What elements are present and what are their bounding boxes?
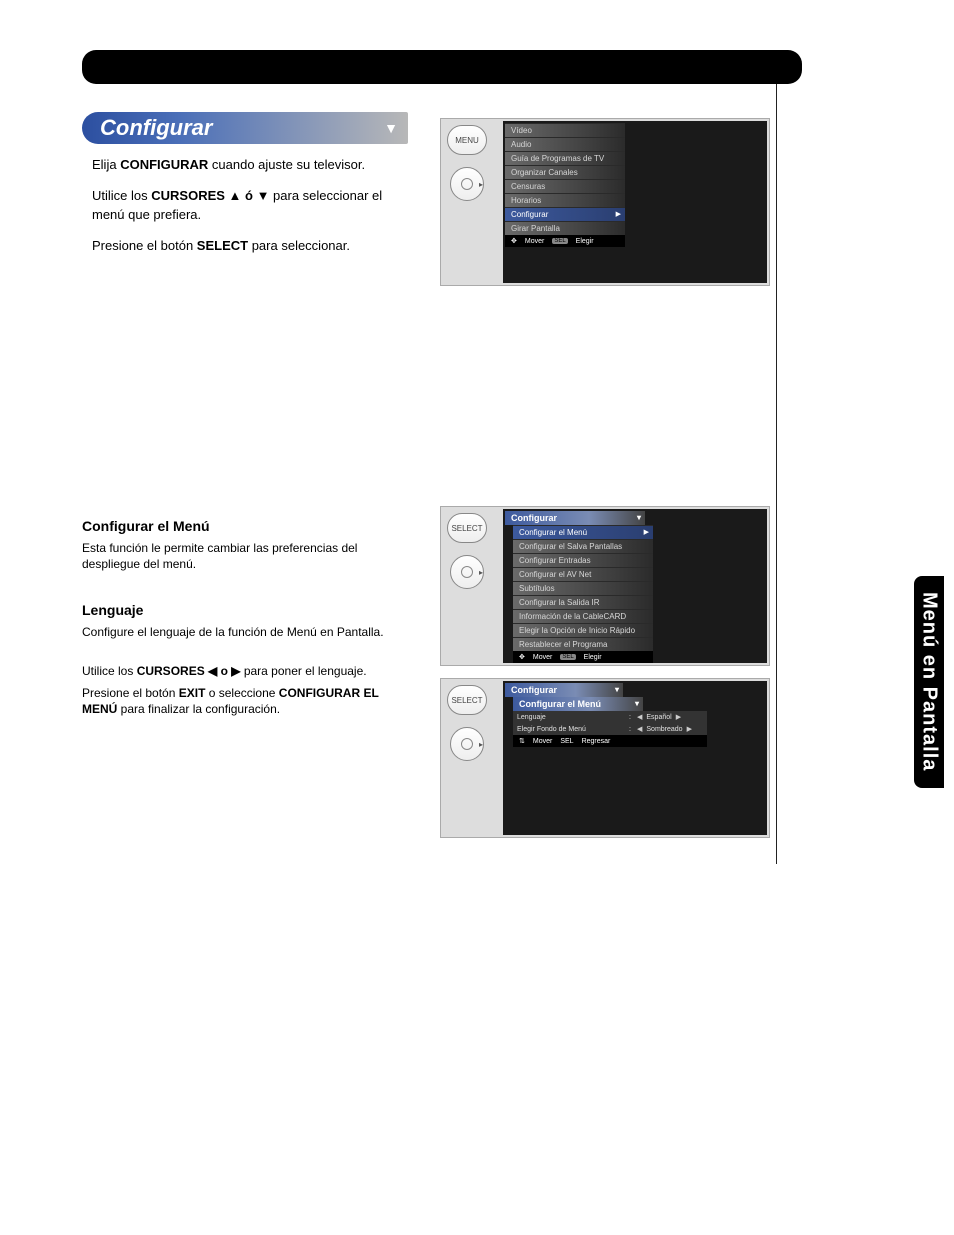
menu-item: Configurar la Salida IR <box>513 595 653 609</box>
vertical-divider <box>776 84 777 864</box>
section-header-configurar: Configurar ▼ <box>82 112 408 144</box>
menu-item: Subtítulos <box>513 581 653 595</box>
intro-paragraph: Elija CONFIGURAR cuando ajuste su televi… <box>82 156 402 175</box>
side-tab: Menú en Pantalla <box>914 576 944 788</box>
chevron-down-icon: ▾ <box>615 685 619 694</box>
menu-header: Configurar▾ <box>505 683 623 697</box>
remote-select-button: SELECT <box>447 685 487 715</box>
menu-item: Guía de Programas de TV <box>505 151 625 165</box>
side-tab-label: Menú en Pantalla <box>918 592 941 771</box>
tv-screenshot-main-menu: MENU ▸ Vídeo Audio Guía de Programas de … <box>440 118 770 286</box>
menu-header: Configurar▾ <box>505 511 645 525</box>
osd-configurar-submenu: Configurar▾ Configurar el Menú▶ Configur… <box>505 511 653 663</box>
remote-nav-button-icon: ▸ <box>450 727 484 761</box>
arrow-right-icon: ▶ <box>616 210 621 218</box>
remote-select-button: SELECT <box>447 513 487 543</box>
menu-item: Configurar el AV Net <box>513 567 653 581</box>
menu-subheader: Configurar el Menú▾ <box>513 697 643 711</box>
option-row-lenguaje: Lenguaje : ◀ Español ▶ <box>513 711 707 723</box>
subheading-lenguaje: Lenguaje <box>82 602 422 618</box>
section-title: Configurar <box>100 115 212 141</box>
remote-menu-button: MENU <box>447 125 487 155</box>
menu-item: Configurar Entradas <box>513 553 653 567</box>
menu-footer: ✥Mover SELElegir <box>513 651 653 663</box>
nav-vertical-icon: ⇅ <box>519 737 525 745</box>
menu-item: Organizar Canales <box>505 165 625 179</box>
arrow-right-icon: ▶ <box>644 528 649 536</box>
menu-item: Girar Pantalla <box>505 221 625 235</box>
tv-screenshot-configurar-submenu: SELECT ▸ Configurar▾ Configurar el Menú▶… <box>440 506 770 666</box>
remote-nav-button-icon: ▸ <box>450 167 484 201</box>
menu-footer: ✥Mover SELElegir <box>505 235 625 247</box>
option-row-fondo: Elegir Fondo de Menú : ◀ Sombreado ▶ <box>513 723 707 735</box>
osd-configurar-menu-options: Configurar▾ Configurar el Menú▾ Lenguaje… <box>505 683 707 747</box>
menu-item: Censuras <box>505 179 625 193</box>
menu-item: Restablecer el Programa <box>513 637 653 651</box>
arrow-right-icon: ▶ <box>676 713 681 721</box>
menu-item: Audio <box>505 137 625 151</box>
menu-footer: ⇅Mover SELRegresar <box>513 735 707 747</box>
remote-nav-button-icon: ▸ <box>450 555 484 589</box>
menu-item-selected: Configurar el Menú▶ <box>513 525 653 539</box>
chevron-down-icon: ▾ <box>637 513 641 522</box>
chevron-down-icon: ▾ <box>635 699 639 708</box>
title-bar <box>82 50 802 84</box>
tv-screenshot-configurar-menu-options: SELECT ▸ Configurar▾ Configurar el Menú▾… <box>440 678 770 838</box>
subheading-configurar-menu: Configurar el Menú <box>82 518 422 534</box>
menu-item: Horarios <box>505 193 625 207</box>
menu-item: Configurar el Salva Pantallas <box>513 539 653 553</box>
chevron-down-icon: ▼ <box>384 120 398 136</box>
osd-main-menu: Vídeo Audio Guía de Programas de TV Orga… <box>505 123 625 247</box>
arrow-right-icon: ▶ <box>687 725 692 733</box>
configurar-menu-desc: Esta función le permite cambiar las pref… <box>82 540 392 572</box>
menu-item: Vídeo <box>505 123 625 137</box>
nav-icon: ✥ <box>511 237 517 245</box>
menu-item: Información de la CableCARD <box>513 609 653 623</box>
menu-item: Elegir la Opción de Inicio Rápido <box>513 623 653 637</box>
lang-step-2: Presione el botón EXIT o seleccione CONF… <box>82 685 392 717</box>
menu-item-selected: Configurar▶ <box>505 207 625 221</box>
lenguaje-desc: Configure el lenguaje de la función de M… <box>82 624 392 640</box>
lang-step-1: Utilice los CURSORES ◀ o ▶ para poner el… <box>82 663 392 679</box>
step-1: Utilice los CURSORES ▲ ó ▼ para seleccio… <box>82 187 402 225</box>
step-2: Presione el botón SELECT para selecciona… <box>82 237 402 256</box>
nav-icon: ✥ <box>519 653 525 661</box>
